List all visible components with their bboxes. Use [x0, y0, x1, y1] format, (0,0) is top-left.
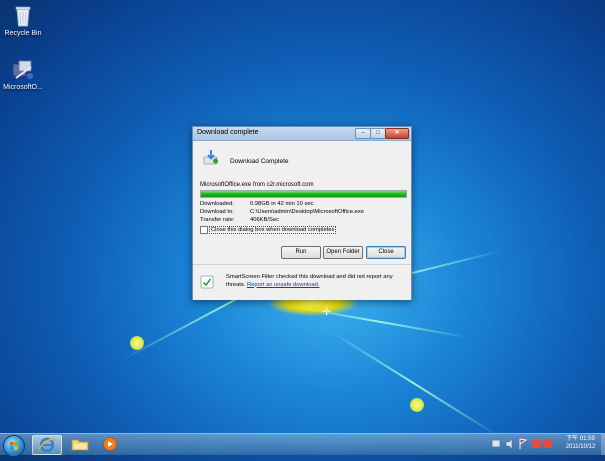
wallpaper-flower [130, 336, 144, 350]
smartscreen-shield-icon [200, 275, 214, 289]
download-source: MicrosoftOffice.exe from c2r.microsoft.c… [200, 182, 314, 188]
taskbar-media-player[interactable] [96, 435, 124, 453]
recycle-bin-icon [11, 4, 35, 28]
maximize-button[interactable]: □ [370, 128, 386, 139]
minimize-button[interactable]: – [355, 128, 371, 139]
dialog-titlebar[interactable]: Download complete – □ ✕ [193, 127, 411, 141]
show-desktop-button[interactable] [601, 434, 605, 455]
downloaded-label: Downloaded: [200, 201, 234, 207]
maximize-icon: □ [376, 130, 380, 136]
recycle-bin-label: Recycle Bin [4, 30, 42, 37]
transfer-rate-value: 406KB/Sec [250, 217, 280, 223]
system-tray [490, 437, 560, 451]
close-when-complete-label[interactable]: Close this dialog box when download comp… [209, 226, 337, 234]
report-unsafe-download-link[interactable]: Report an unsafe download. [247, 282, 320, 288]
download-heading: Download Complete [230, 158, 289, 165]
folder-icon [71, 439, 89, 451]
action-center-flag-icon[interactable] [519, 438, 528, 449]
taskbar-windows-explorer[interactable] [66, 435, 94, 453]
wallpaper-flower [410, 398, 424, 412]
language-icon[interactable] [532, 440, 552, 448]
close-window-button[interactable]: ✕ [385, 128, 409, 139]
office-installer-desktop-icon[interactable]: MicrosoftO... [0, 58, 46, 91]
download-progress-fill [201, 191, 406, 197]
wallpaper-streak [329, 330, 501, 438]
windows-logo-icon [10, 442, 18, 450]
transfer-rate-label: Transfer rate: [200, 217, 235, 223]
smartscreen-footer: SmartScreen Filter checked this download… [193, 264, 411, 300]
recycle-bin-desktop-icon[interactable]: Recycle Bin [0, 4, 46, 37]
close-when-complete-checkbox[interactable] [200, 226, 208, 234]
volume-icon[interactable] [505, 438, 513, 450]
open-folder-button[interactable]: Open Folder [323, 246, 363, 259]
taskbar-clock[interactable]: 下午 01:59 2011/10/12 [558, 435, 603, 451]
media-player-icon [103, 437, 117, 451]
office-installer-label: MicrosoftO... [3, 84, 43, 91]
download-complete-icon [203, 149, 219, 165]
download-to-value: C:\Users\admin\Desktop\MicrosoftOffice.e… [250, 209, 364, 215]
smartscreen-message: SmartScreen Filter checked this download… [226, 274, 406, 289]
installer-icon [11, 58, 35, 82]
clock-date: 2011/10/12 [565, 444, 596, 450]
minimize-icon: – [361, 130, 365, 136]
internet-explorer-icon [38, 437, 57, 453]
wallpaper-streak [289, 305, 468, 339]
download-progress-bar [200, 190, 407, 198]
download-to-label: Download to: [200, 209, 234, 215]
run-button[interactable]: Run [281, 246, 321, 259]
mouse-cursor-icon: ✛ [322, 306, 332, 318]
dialog-title: Download complete [197, 129, 259, 136]
downloaded-value: 0.98GB in 42 min 10 sec [250, 201, 314, 207]
close-icon: ✕ [394, 130, 400, 136]
network-icon[interactable] [491, 439, 501, 448]
taskbar-internet-explorer[interactable] [32, 435, 62, 455]
clock-time: 下午 01:59 [566, 436, 595, 442]
close-button[interactable]: Close [366, 246, 406, 259]
taskbar: 下午 01:59 2011/10/12 [0, 433, 605, 457]
download-complete-dialog: Download complete – □ ✕ Download Complet… [192, 126, 412, 300]
